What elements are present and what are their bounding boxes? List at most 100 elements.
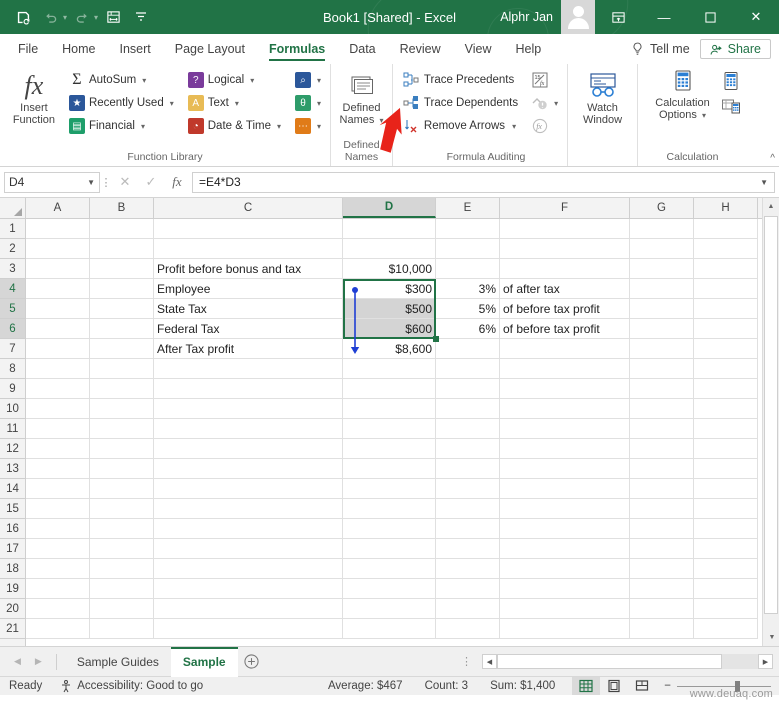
row-header-1[interactable]: 1 bbox=[0, 219, 25, 239]
hscroll-right-button[interactable]: ▶ bbox=[758, 654, 773, 669]
add-sheet-button[interactable] bbox=[238, 648, 266, 676]
cell-H12[interactable] bbox=[694, 439, 758, 459]
cell-F7[interactable] bbox=[500, 339, 630, 359]
sheet-next-button[interactable]: ▶ bbox=[35, 656, 42, 667]
select-all-button[interactable] bbox=[0, 198, 26, 218]
cell-E7[interactable] bbox=[436, 339, 500, 359]
cell-B4[interactable] bbox=[90, 279, 154, 299]
cell-H10[interactable] bbox=[694, 399, 758, 419]
cell-G12[interactable] bbox=[630, 439, 694, 459]
cell-E1[interactable] bbox=[436, 219, 500, 239]
chevron-down-icon[interactable]: ▾ bbox=[317, 76, 321, 85]
close-button[interactable]: ✕ bbox=[733, 0, 779, 34]
defined-names-button[interactable]: Defined Names ▾ bbox=[334, 69, 390, 127]
tell-me-button[interactable]: Tell me bbox=[631, 42, 690, 56]
cell-A6[interactable] bbox=[26, 319, 90, 339]
row-header-18[interactable]: 18 bbox=[0, 559, 25, 579]
collapse-ribbon-icon[interactable]: ^ bbox=[770, 153, 775, 164]
cell-G16[interactable] bbox=[630, 519, 694, 539]
cell-C14[interactable] bbox=[154, 479, 343, 499]
cell-H5[interactable] bbox=[694, 299, 758, 319]
cell-F11[interactable] bbox=[500, 419, 630, 439]
cell-H9[interactable] bbox=[694, 379, 758, 399]
column-header-B[interactable]: B bbox=[90, 198, 154, 218]
remove-arrows-button[interactable]: Remove Arrows ▾ bbox=[399, 115, 522, 137]
calculation-options-button[interactable]: Calculation Options ▾ bbox=[650, 69, 716, 122]
cell-G15[interactable] bbox=[630, 499, 694, 519]
cell-F13[interactable] bbox=[500, 459, 630, 479]
row-header-12[interactable]: 12 bbox=[0, 439, 25, 459]
cell-A17[interactable] bbox=[26, 539, 90, 559]
chevron-down-icon[interactable]: ▼ bbox=[87, 178, 95, 187]
cell-G11[interactable] bbox=[630, 419, 694, 439]
chevron-down-icon[interactable]: ▾ bbox=[317, 122, 321, 131]
cell-A9[interactable] bbox=[26, 379, 90, 399]
cell-G5[interactable] bbox=[630, 299, 694, 319]
cell-C7[interactable]: After Tax profit bbox=[154, 339, 343, 359]
chevron-down-icon[interactable]: ▾ bbox=[170, 99, 174, 108]
row-header-20[interactable]: 20 bbox=[0, 599, 25, 619]
cell-D18[interactable] bbox=[343, 559, 436, 579]
row-header-21[interactable]: 21 bbox=[0, 619, 25, 639]
logical-button[interactable]: ? Logical ▾ bbox=[184, 69, 285, 91]
cell-E8[interactable] bbox=[436, 359, 500, 379]
column-header-F[interactable]: F bbox=[500, 198, 630, 218]
cell-F21[interactable] bbox=[500, 619, 630, 639]
cell-D2[interactable] bbox=[343, 239, 436, 259]
row-header-19[interactable]: 19 bbox=[0, 579, 25, 599]
cell-H21[interactable] bbox=[694, 619, 758, 639]
cell-G4[interactable] bbox=[630, 279, 694, 299]
cell-H13[interactable] bbox=[694, 459, 758, 479]
cell-A2[interactable] bbox=[26, 239, 90, 259]
cell-A1[interactable] bbox=[26, 219, 90, 239]
cell-A8[interactable] bbox=[26, 359, 90, 379]
cell-B16[interactable] bbox=[90, 519, 154, 539]
tab-page-layout[interactable]: Page Layout bbox=[163, 34, 257, 64]
cell-B21[interactable] bbox=[90, 619, 154, 639]
math-trig-button[interactable]: θ ▾ bbox=[291, 92, 325, 114]
column-header-A[interactable]: A bbox=[26, 198, 90, 218]
cell-G20[interactable] bbox=[630, 599, 694, 619]
cell-B7[interactable] bbox=[90, 339, 154, 359]
tab-insert[interactable]: Insert bbox=[108, 34, 163, 64]
cell-B6[interactable] bbox=[90, 319, 154, 339]
cell-D6[interactable]: $600 bbox=[343, 319, 436, 339]
cell-D20[interactable] bbox=[343, 599, 436, 619]
horizontal-scrollbar[interactable]: ◀ ▶ bbox=[482, 654, 773, 670]
cell-D3[interactable]: $10,000 bbox=[343, 259, 436, 279]
cell-F19[interactable] bbox=[500, 579, 630, 599]
cell-D4[interactable]: $300 bbox=[343, 279, 436, 299]
cell-E16[interactable] bbox=[436, 519, 500, 539]
error-checking-button[interactable]: ▾ bbox=[528, 92, 561, 114]
vertical-scroll-thumb[interactable] bbox=[764, 216, 778, 614]
cell-A3[interactable] bbox=[26, 259, 90, 279]
row-header-7[interactable]: 7 bbox=[0, 339, 25, 359]
row-header-13[interactable]: 13 bbox=[0, 459, 25, 479]
row-header-5[interactable]: 5 bbox=[0, 299, 25, 319]
cell-B8[interactable] bbox=[90, 359, 154, 379]
cell-D7[interactable]: $8,600 bbox=[343, 339, 436, 359]
cell-A18[interactable] bbox=[26, 559, 90, 579]
row-header-10[interactable]: 10 bbox=[0, 399, 25, 419]
cell-H16[interactable] bbox=[694, 519, 758, 539]
cell-E13[interactable] bbox=[436, 459, 500, 479]
cell-C4[interactable]: Employee bbox=[154, 279, 343, 299]
cell-E14[interactable] bbox=[436, 479, 500, 499]
cell-G14[interactable] bbox=[630, 479, 694, 499]
cell-G19[interactable] bbox=[630, 579, 694, 599]
name-box[interactable]: D4 ▼ bbox=[4, 171, 100, 193]
cell-H20[interactable] bbox=[694, 599, 758, 619]
cell-F15[interactable] bbox=[500, 499, 630, 519]
cell-B18[interactable] bbox=[90, 559, 154, 579]
cell-E6[interactable]: 6% bbox=[436, 319, 500, 339]
sheet-overflow-icon[interactable]: ⋮ bbox=[451, 655, 482, 668]
cell-D21[interactable] bbox=[343, 619, 436, 639]
trace-precedents-button[interactable]: Trace Precedents bbox=[399, 69, 522, 91]
cell-G8[interactable] bbox=[630, 359, 694, 379]
ribbon-display-options-icon[interactable] bbox=[595, 0, 641, 34]
cell-F1[interactable] bbox=[500, 219, 630, 239]
zoom-out-button[interactable]: − bbox=[664, 680, 671, 692]
save-icon[interactable] bbox=[10, 5, 36, 29]
cell-F18[interactable] bbox=[500, 559, 630, 579]
text-button[interactable]: A Text ▾ bbox=[184, 92, 285, 114]
